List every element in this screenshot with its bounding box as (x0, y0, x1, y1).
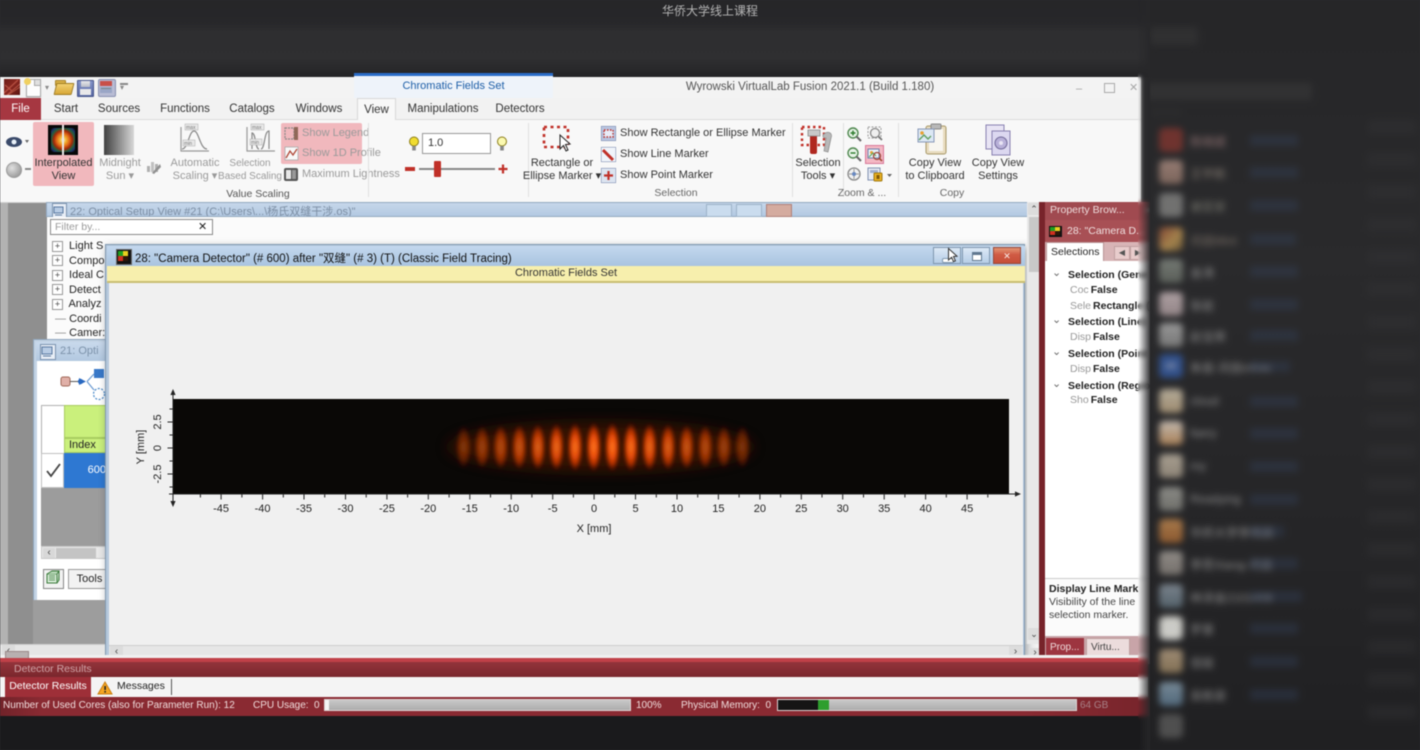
svg-text:2.5: 2.5 (152, 414, 164, 429)
svg-text:10: 10 (671, 503, 683, 515)
svg-text:-45: -45 (213, 503, 229, 515)
svg-text:0: 0 (152, 445, 164, 451)
svg-text:-20: -20 (420, 503, 436, 515)
svg-text:-30: -30 (338, 503, 354, 515)
svg-text:35: 35 (878, 503, 890, 515)
svg-text:max: max (252, 125, 262, 131)
svg-text:5: 5 (632, 503, 638, 515)
svg-text:20: 20 (754, 503, 766, 515)
svg-text:X [mm]: X [mm] (577, 523, 612, 535)
svg-text:-15: -15 (462, 503, 478, 515)
svg-text:-35: -35 (296, 503, 312, 515)
svg-text:-5: -5 (548, 503, 558, 515)
svg-text:0: 0 (591, 503, 597, 515)
svg-text:40: 40 (919, 503, 931, 515)
svg-text:-40: -40 (255, 503, 271, 515)
svg-text:max: max (186, 125, 196, 131)
svg-text:-2.5: -2.5 (152, 465, 164, 484)
svg-text:Y [mm]: Y [mm] (135, 430, 147, 465)
svg-text:min: min (184, 141, 192, 147)
svg-text:30: 30 (837, 503, 849, 515)
svg-text:min: min (251, 140, 259, 146)
svg-text:45: 45 (961, 503, 973, 515)
svg-text:25: 25 (795, 503, 807, 515)
svg-text:-10: -10 (503, 503, 519, 515)
svg-text:15: 15 (712, 503, 724, 515)
svg-text:-25: -25 (379, 503, 395, 515)
